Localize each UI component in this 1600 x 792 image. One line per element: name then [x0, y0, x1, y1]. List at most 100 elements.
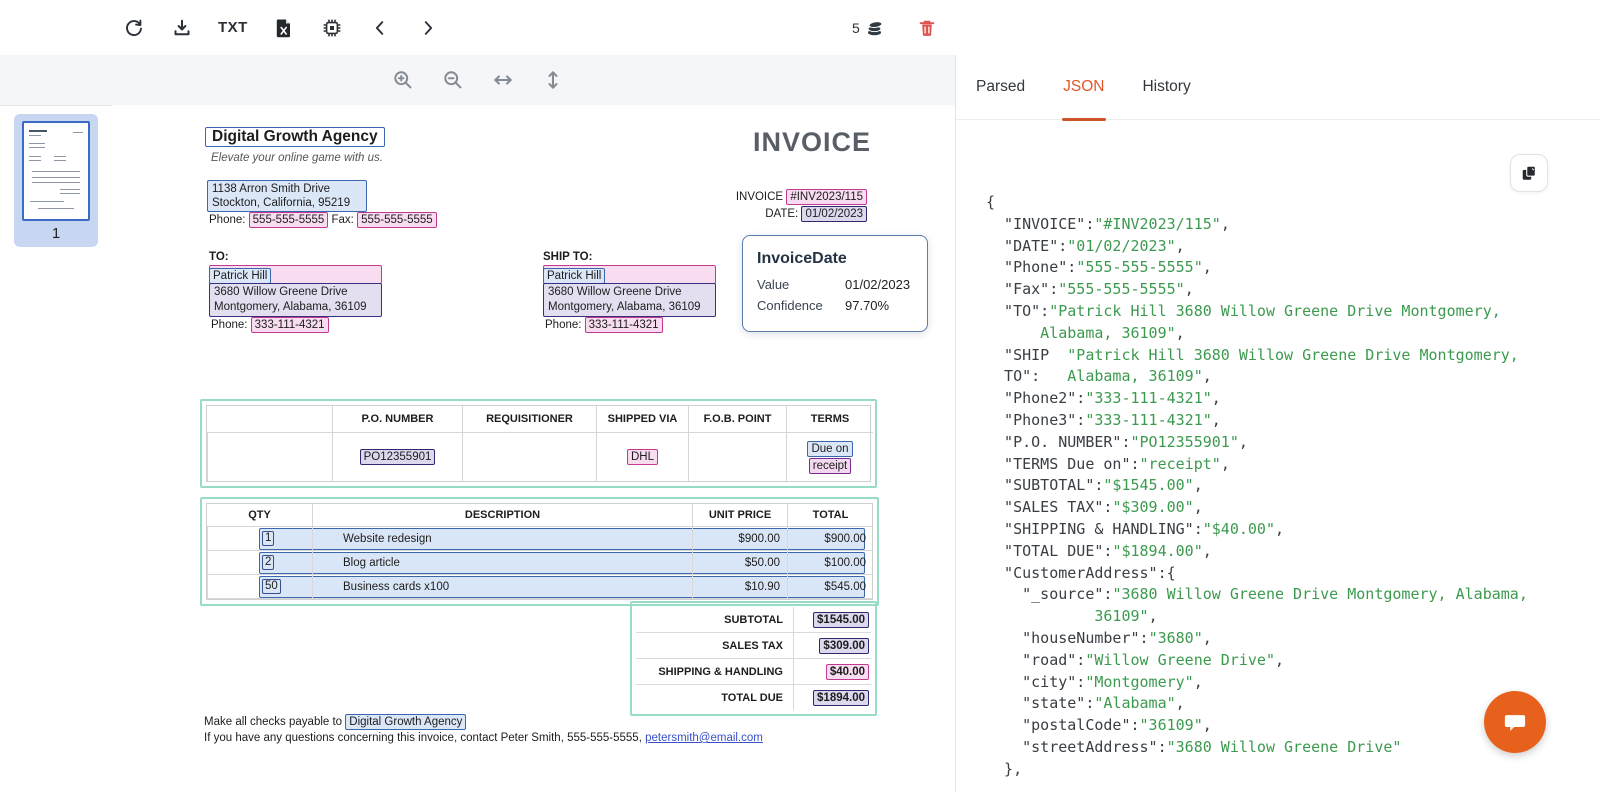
to-phone-chip[interactable]: 333-111-4321 — [251, 317, 329, 333]
total-value-chip[interactable]: $1894.00 — [813, 690, 869, 706]
to-recipient-outer-chip[interactable]: Patrick Hill — [209, 265, 382, 284]
ship-to-address-line2: Montgomery, Alabama, 36109 — [548, 301, 701, 313]
tab-history[interactable]: History — [1142, 55, 1190, 119]
chat-button[interactable] — [1484, 691, 1546, 753]
invoice-date-line: DATE: 01/02/2023 — [647, 206, 867, 222]
app-window: TXT — [0, 0, 1600, 792]
footer-contact-line: If you have any questions concerning thi… — [204, 732, 763, 744]
footer-contact-text: If you have any questions concerning thi… — [204, 732, 642, 744]
item-total: $545.00 — [787, 575, 873, 599]
shipped-via-chip[interactable]: DHL — [627, 449, 658, 465]
total-label: SUBTOTAL — [636, 607, 793, 632]
tooltip-value: 01/02/2023 — [845, 277, 910, 292]
json-code-line: "CustomerAddress":{ — [986, 563, 1600, 585]
po-number-chip[interactable]: PO12355901 — [360, 449, 436, 465]
fit-width-button[interactable] — [492, 69, 514, 91]
to-recipient-chip[interactable]: Patrick Hill — [209, 268, 271, 284]
ocr-engine-button[interactable] — [320, 16, 344, 40]
po-header-fob-point: F.O.B. POINT — [688, 406, 786, 433]
thumbnail-page-number: 1 — [14, 221, 98, 244]
total-value-chip[interactable]: $1545.00 — [813, 612, 869, 628]
footer-payee-chip[interactable]: Digital Growth Agency — [345, 714, 466, 730]
company-fax-chip[interactable]: 555-555-5555 — [357, 212, 437, 228]
company-phone-chip[interactable]: 555-555-5555 — [249, 212, 329, 228]
item-unit-price: $10.90 — [692, 575, 787, 599]
terms-chip-line1[interactable]: Due on — [807, 441, 852, 457]
excel-export-button[interactable] — [272, 16, 296, 40]
qty-chip[interactable]: 2 — [262, 555, 274, 570]
company-address-line1: 1138 Arron Smith Drive — [212, 183, 330, 195]
po-header-empty — [207, 406, 332, 433]
prev-page-button[interactable] — [368, 16, 392, 40]
json-code-line: "TERMS Due on":"receipt", — [986, 454, 1600, 476]
totals-row: TOTAL DUE$1894.00 — [636, 685, 871, 710]
total-value-chip[interactable]: $40.00 — [826, 664, 869, 680]
json-code-line: "TO":"Patrick Hill 3680 Willow Greene Dr… — [986, 301, 1600, 323]
items-row[interactable]: 1Website redesign$900.00$900.00 — [207, 527, 872, 551]
json-code-line: "SHIPPING & HANDLING":"$40.00", — [986, 519, 1600, 541]
ship-to-phone-label: Phone: — [545, 319, 581, 331]
to-address-chip[interactable]: 3680 Willow Greene Drive Montgomery, Ala… — [209, 283, 382, 317]
coins-icon — [863, 17, 885, 39]
item-unit-price: $900.00 — [692, 527, 787, 551]
qty-chip[interactable]: 1 — [262, 531, 274, 546]
ship-to-address-chip[interactable]: 3680 Willow Greene Drive Montgomery, Ala… — [543, 283, 716, 317]
po-table-annotation[interactable]: P.O. NUMBER REQUISITIONER SHIPPED VIA F.… — [200, 399, 877, 488]
po-cell-empty2 — [462, 433, 596, 481]
items-row[interactable]: 50Business cards x100$10.90$545.00 — [207, 575, 872, 599]
po-header-shipped-via: SHIPPED VIA — [596, 406, 688, 433]
to-address-line2: Montgomery, Alabama, 36109 — [214, 301, 367, 313]
refresh-icon — [124, 18, 144, 38]
page-thumbnail[interactable]: 1 — [14, 114, 98, 247]
item-description: Blog article — [312, 551, 692, 575]
delete-button[interactable] — [915, 16, 939, 40]
ship-to-recipient-chip[interactable]: Patrick Hill — [543, 268, 605, 284]
download-icon — [172, 18, 192, 38]
json-code-line: "Phone3":"333-111-4321", — [986, 410, 1600, 432]
invoice-title: INVOICE — [657, 127, 967, 158]
company-name-chip[interactable]: Digital Growth Agency — [205, 127, 385, 147]
json-code-line: "SHIP "Patrick Hill 3680 Willow Greene D… — [986, 345, 1600, 367]
items-row[interactable]: 2Blog article$50.00$100.00 — [207, 551, 872, 575]
tab-json[interactable]: JSON — [1063, 55, 1104, 119]
po-table: P.O. NUMBER REQUISITIONER SHIPPED VIA F.… — [206, 405, 871, 482]
footer-checks-line: Make all checks payable to Digital Growt… — [204, 714, 466, 730]
toolbar-right-group: 5 — [852, 0, 963, 55]
json-code-line: { — [986, 192, 1600, 214]
ship-to-address-line1: 3680 Willow Greene Drive — [548, 286, 682, 298]
ship-to-label: SHIP TO: — [543, 251, 592, 263]
totals-row: SALES TAX$309.00 — [636, 633, 871, 659]
trash-icon — [917, 18, 937, 38]
json-code-line: "city":"Montgomery", — [986, 672, 1600, 694]
ship-to-recipient-outer-chip[interactable]: Patrick Hill — [543, 265, 716, 284]
items-table-annotation[interactable]: QTY DESCRIPTION UNIT PRICE TOTAL 1Websit… — [200, 497, 879, 606]
zoom-in-button[interactable] — [392, 69, 414, 91]
tab-parsed[interactable]: Parsed — [976, 55, 1025, 119]
document-viewer: 1 Digital Growth Agency Elevate your onl… — [0, 55, 956, 792]
refresh-button[interactable] — [122, 16, 146, 40]
next-page-button[interactable] — [416, 16, 440, 40]
invoice-number-chip[interactable]: #INV2023/115 — [786, 189, 867, 205]
po-cell-empty3 — [688, 433, 786, 481]
txt-export-button[interactable]: TXT — [218, 16, 248, 40]
json-code-line: "SUBTOTAL":"$1545.00", — [986, 475, 1600, 497]
ship-to-phone-line: Phone: 333-111-4321 — [545, 317, 663, 333]
zoom-out-button[interactable] — [442, 69, 464, 91]
terms-chip-line2[interactable]: receipt — [809, 458, 852, 474]
invoice-document: Digital Growth Agency Elevate your onlin… — [112, 105, 955, 792]
ship-to-phone-chip[interactable]: 333-111-4321 — [585, 317, 663, 333]
download-button[interactable] — [170, 16, 194, 40]
footer-email-link[interactable]: petersmith@email.com — [645, 732, 763, 744]
invoice-date-chip[interactable]: 01/02/2023 — [801, 206, 867, 222]
company-tagline: Elevate your online game with us. — [211, 152, 383, 164]
json-code-line: }, — [986, 759, 1600, 781]
totals-annotation[interactable]: SUBTOTAL$1545.00SALES TAX$309.00SHIPPING… — [630, 601, 877, 716]
copy-json-button[interactable] — [1510, 154, 1548, 192]
total-value-chip[interactable]: $309.00 — [819, 638, 869, 654]
fax-label: Fax: — [331, 214, 353, 226]
qty-chip[interactable]: 50 — [262, 579, 281, 594]
phone-label: Phone: — [209, 214, 245, 226]
company-address-chip[interactable]: 1138 Arron Smith Drive Stockton, Califor… — [207, 180, 367, 212]
fit-height-button[interactable] — [542, 69, 564, 91]
tooltip-value-label: Value — [757, 277, 845, 292]
